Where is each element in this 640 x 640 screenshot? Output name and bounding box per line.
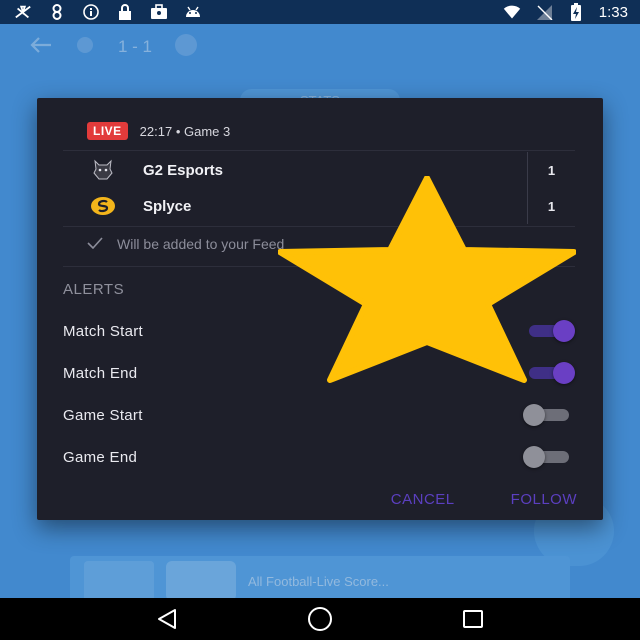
- g2-esports-logo: [89, 156, 117, 184]
- wifi-icon: [503, 4, 521, 20]
- splyce-logo: [89, 192, 117, 220]
- briefcase-icon: [150, 4, 168, 20]
- lock-icon: [116, 4, 134, 20]
- live-badge: LIVE: [87, 122, 128, 140]
- status-time: 1:33: [598, 3, 628, 21]
- team-name: G2 Esports: [143, 161, 224, 179]
- navigation-bar: [0, 598, 640, 640]
- home-icon[interactable]: [300, 604, 340, 634]
- info-icon: [82, 4, 100, 20]
- notification-8-icon: [48, 4, 66, 20]
- game-start-toggle[interactable]: [523, 404, 575, 426]
- divider: [63, 150, 575, 151]
- alert-row-game-end[interactable]: Game End: [63, 445, 575, 469]
- no-location-icon: [14, 4, 32, 20]
- alert-label: Match End: [63, 364, 138, 382]
- feed-text: Will be added to your Feed: [117, 236, 285, 252]
- battery-charging-icon: [567, 3, 585, 21]
- back-icon[interactable]: [147, 604, 187, 634]
- status-bar: 1:33: [0, 0, 640, 24]
- match-time: 22:17 • Game 3: [139, 123, 231, 139]
- match-header: LIVE 22:17 • Game 3: [87, 122, 230, 140]
- dialog-actions: CANCEL FOLLOW: [391, 491, 577, 508]
- check-icon: [87, 236, 103, 252]
- recents-icon[interactable]: [453, 604, 493, 634]
- feed-notice: Will be added to your Feed: [87, 236, 284, 252]
- android-icon: [184, 4, 202, 20]
- game-end-toggle[interactable]: [523, 446, 575, 468]
- team-name: Splyce: [143, 197, 192, 215]
- alerts-title: ALERTS: [63, 281, 125, 298]
- alert-row-game-start[interactable]: Game Start: [63, 403, 575, 427]
- star-icon: [278, 176, 576, 383]
- cancel-button[interactable]: CANCEL: [391, 491, 455, 508]
- no-signal-icon: [535, 4, 553, 20]
- alert-label: Game End: [63, 448, 138, 466]
- alert-label: Match Start: [63, 322, 143, 340]
- alert-label: Game Start: [63, 406, 143, 424]
- follow-button[interactable]: FOLLOW: [511, 491, 577, 508]
